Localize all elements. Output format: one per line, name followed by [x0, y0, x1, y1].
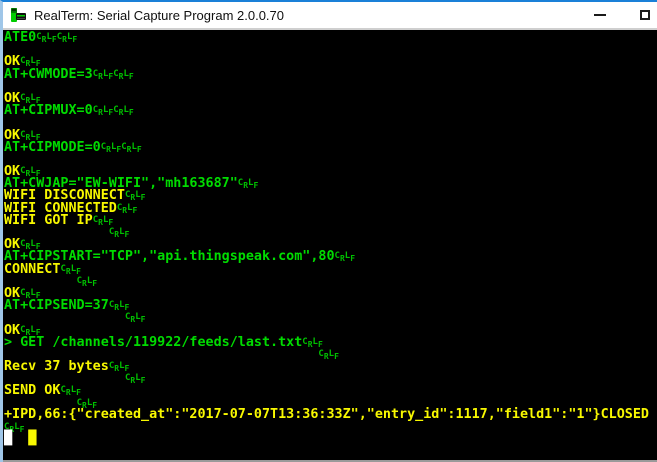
cursor-block-yellow: █: [28, 431, 36, 446]
realterm-app-icon: [10, 7, 27, 23]
crlf-marker: CRLF: [125, 310, 146, 325]
crlf-marker: CRLF: [36, 30, 57, 45]
window-title: RealTerm: Serial Capture Program 2.0.0.7…: [34, 8, 284, 23]
terminal-line: ATE0CRLFCRLF: [4, 31, 657, 43]
minimize-icon: [594, 14, 606, 16]
crlf-marker: CRLF: [335, 249, 356, 264]
terminal-line: CRLF: [4, 226, 657, 238]
titlebar: RealTerm: Serial Capture Program 2.0.0.7…: [3, 2, 657, 28]
window: RealTerm: Serial Capture Program 2.0.0.7…: [0, 0, 657, 462]
terminal-line: CRLF: [4, 372, 657, 384]
terminal-line: [4, 116, 657, 128]
command-text: AT+CWMODE=3: [4, 67, 93, 82]
command-text: AT+CIPMUX=0: [4, 103, 93, 118]
terminal-line: SEND OKCRLF: [4, 384, 657, 396]
crlf-marker: CRLF: [57, 30, 78, 45]
whitespace-pad: [12, 431, 28, 446]
terminal-line: AT+CIPMODE=0CRLFCRLF: [4, 141, 657, 153]
crlf-marker: CRLF: [93, 67, 114, 82]
terminal-line: OKCRLF: [4, 129, 657, 141]
terminal-line: WIFI CONNECTEDCRLF: [4, 202, 657, 214]
crlf-marker: CRLF: [125, 371, 146, 386]
command-text: AT+CIPMODE=0: [4, 140, 101, 155]
terminal-line: CONNECTCRLF: [4, 263, 657, 275]
minimize-button[interactable]: [583, 2, 617, 28]
terminal-line: OKCRLF: [4, 55, 657, 67]
crlf-marker: CRLF: [113, 67, 134, 82]
crlf-marker: CRLF: [101, 140, 122, 155]
terminal-line: CRLF: [4, 275, 657, 287]
crlf-marker: CRLF: [109, 225, 130, 240]
cursor-block-white: █: [4, 431, 12, 446]
maximize-icon: [640, 10, 650, 20]
response-text: +IPD,66:{"created_at":"2017-07-07T13:36:…: [4, 407, 649, 422]
terminal-screen[interactable]: ATE0CRLFCRLFOKCRLFAT+CWMODE=3CRLFCRLFOKC…: [3, 30, 657, 462]
crlf-marker: CRLF: [117, 201, 138, 216]
crlf-marker: CRLF: [318, 347, 339, 362]
terminal-line: AT+CWMODE=3CRLFCRLF: [4, 68, 657, 80]
terminal-line: AT+CIPMUX=0CRLFCRLF: [4, 104, 657, 116]
maximize-button[interactable]: [633, 2, 657, 28]
crlf-marker: CRLF: [121, 140, 142, 155]
crlf-marker: CRLF: [113, 103, 134, 118]
terminal-line: +IPD,66:{"created_at":"2017-07-07T13:36:…: [4, 409, 657, 421]
crlf-marker: CRLF: [238, 176, 259, 191]
terminal-line: [4, 43, 657, 55]
crlf-marker: CRLF: [93, 103, 114, 118]
crlf-marker: CRLF: [77, 274, 98, 289]
terminal-line: CRLF: [4, 311, 657, 323]
terminal-line: AT+CIPSTART="TCP","api.thingspeak.com",8…: [4, 250, 657, 262]
terminal-line: █ █: [4, 433, 657, 445]
command-text: ATE0: [4, 30, 36, 45]
terminal-line: CRLF: [4, 421, 657, 433]
